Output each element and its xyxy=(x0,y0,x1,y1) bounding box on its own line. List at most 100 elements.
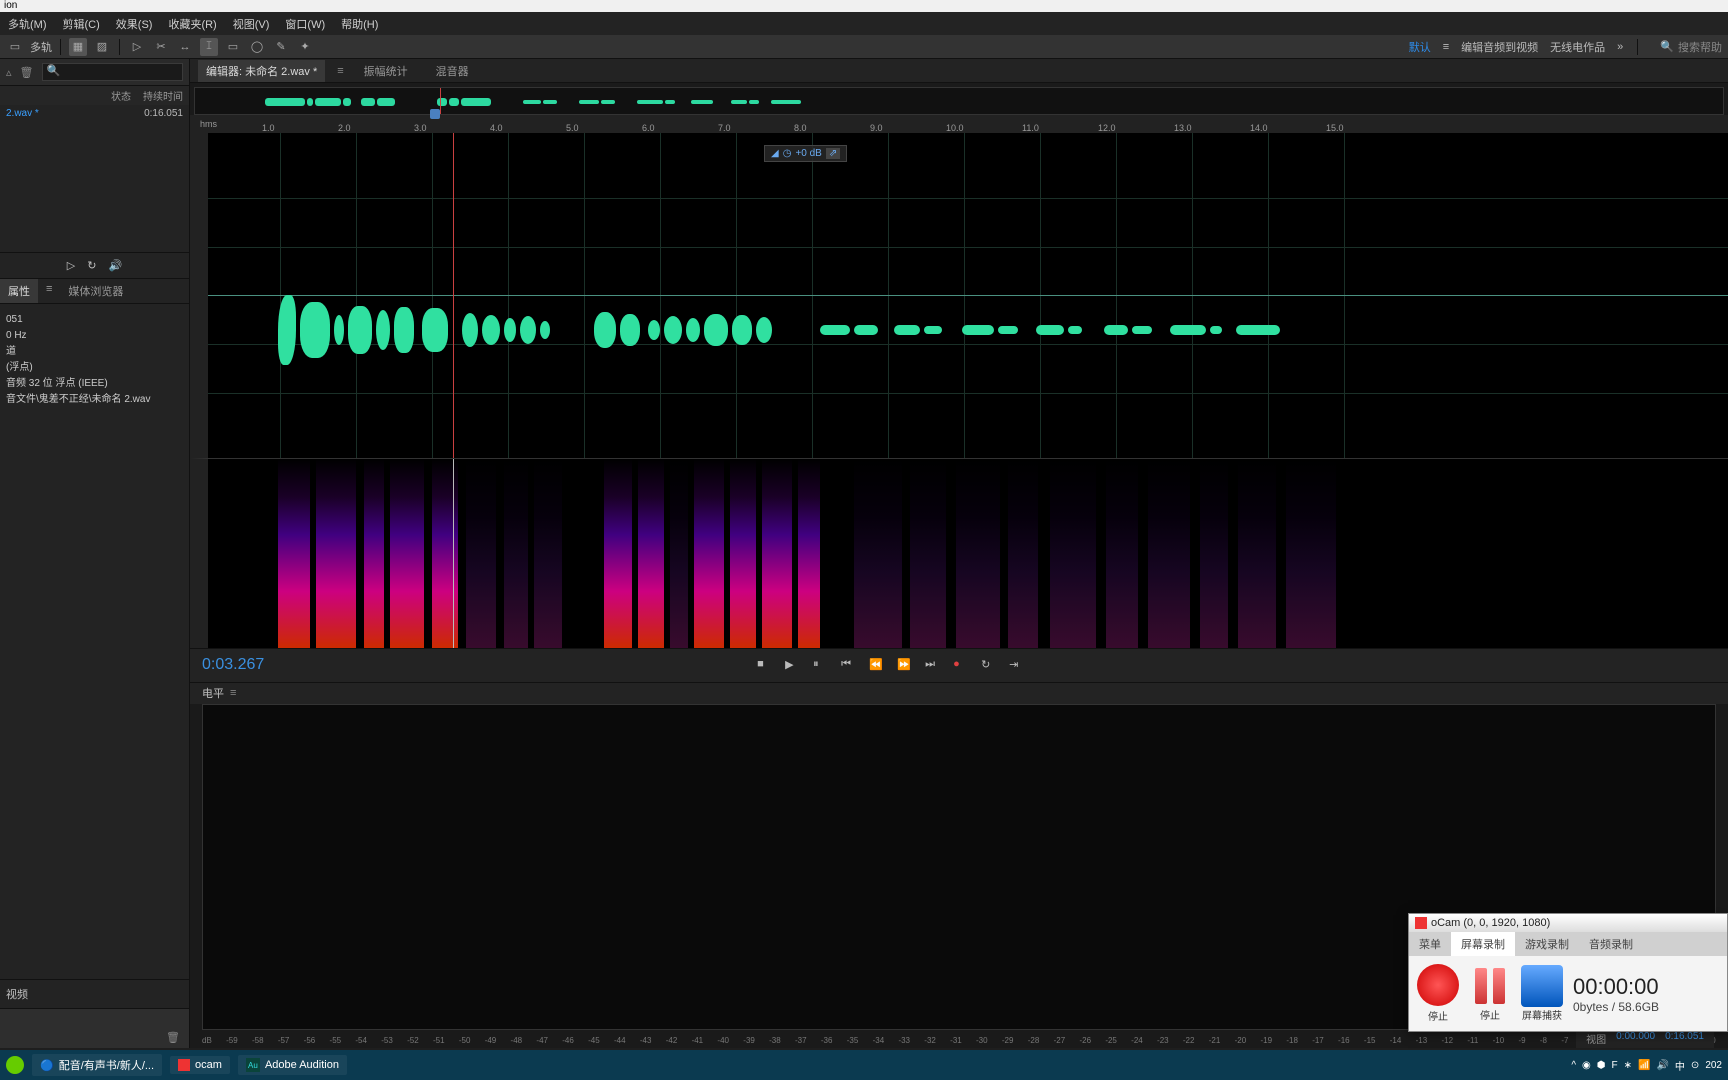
ocam-titlebar[interactable]: oCam (0, 0, 1920, 1080) xyxy=(1409,914,1727,932)
view-start[interactable]: 0:00.000 xyxy=(1616,1031,1655,1046)
tick: 8.0 xyxy=(794,123,807,133)
header-status[interactable]: 状态 xyxy=(6,88,143,103)
pause-icon[interactable]: ⏸ xyxy=(813,658,827,672)
wifi-icon[interactable]: 📶 xyxy=(1638,1060,1650,1071)
prop-row: (浮点) xyxy=(6,360,183,376)
start-button[interactable] xyxy=(6,1056,24,1074)
taskbar-item[interactable]: 🔵 配音/有声书/新人/... xyxy=(32,1054,162,1076)
tray-icon[interactable]: ⬢ xyxy=(1597,1060,1606,1071)
spectrogram-display[interactable] xyxy=(190,458,1728,648)
tab-editor[interactable]: 编辑器: 未命名 2.wav * xyxy=(198,60,325,82)
menu-view[interactable]: 视图(V) xyxy=(233,16,270,32)
bluetooth-icon[interactable]: ∗ xyxy=(1624,1060,1632,1071)
lasso-icon[interactable]: ◯ xyxy=(248,38,266,56)
tray-icon[interactable]: ◉ xyxy=(1582,1060,1591,1071)
ocam-stop-button[interactable]: 停止 xyxy=(1417,964,1459,1023)
ocam-tabs: 菜单 屏幕录制 游戏录制 音频录制 xyxy=(1409,932,1727,956)
timeline[interactable]: hms 1.0 2.0 3.0 4.0 5.0 6.0 7.0 8.0 9.0 … xyxy=(190,115,1728,133)
ocam-title-text: oCam (0, 0, 1920, 1080) xyxy=(1431,917,1550,929)
ocam-capture-button[interactable]: 屏幕捕获 xyxy=(1521,965,1563,1022)
gain-indicator[interactable]: ◢ ◷ +0 dB ⇗ xyxy=(764,145,847,162)
view-end[interactable]: 0:16.051 xyxy=(1665,1031,1704,1046)
menu-effects[interactable]: 效果(S) xyxy=(116,16,153,32)
view-label: 视图 xyxy=(1586,1031,1606,1046)
skip-selection-icon[interactable]: ⇥ xyxy=(1009,658,1023,672)
marquee-icon[interactable]: ▭ xyxy=(224,38,242,56)
tray-icon[interactable]: F xyxy=(1612,1060,1618,1071)
playhead-marker[interactable] xyxy=(430,109,440,119)
tab-media-browser[interactable]: 媒体浏览器 xyxy=(60,279,131,303)
taskbar-item[interactable]: Au Adobe Audition xyxy=(238,1055,347,1075)
search-placeholder: 搜索帮助 xyxy=(1678,39,1722,55)
ime-icon[interactable]: 中 xyxy=(1675,1058,1685,1073)
workspace-audio-video[interactable]: 编辑音频到视频 xyxy=(1461,39,1538,55)
skip-end-icon[interactable]: ⏭ xyxy=(925,658,939,672)
timeline-unit: hms xyxy=(200,119,217,129)
waveform-view-icon[interactable]: ▭ xyxy=(6,38,24,56)
forward-icon[interactable]: ⏩ xyxy=(897,658,911,672)
razor-icon[interactable]: ✂ xyxy=(152,38,170,56)
workspace-default[interactable]: 默认 xyxy=(1409,39,1431,55)
ocam-tab-screen[interactable]: 屏幕录制 xyxy=(1451,932,1515,956)
prop-row: 音文件\鬼差不正经\未命名 2.wav xyxy=(6,392,183,408)
rewind-icon[interactable]: ⏪ xyxy=(869,658,883,672)
ocam-pause-button[interactable]: 停止 xyxy=(1469,965,1511,1022)
menu-favorites[interactable]: 收藏夹(R) xyxy=(168,16,216,32)
record-icon[interactable]: ● xyxy=(953,658,967,672)
waveform-display[interactable]: ◢ ◷ +0 dB ⇗ xyxy=(190,133,1728,458)
filter-icon[interactable]: ▵ xyxy=(6,66,12,79)
stop-icon[interactable]: ■ xyxy=(757,658,771,672)
workspace-hamburger-icon[interactable]: ≡ xyxy=(1443,41,1449,53)
toolbar-mode[interactable]: 多轨 xyxy=(30,39,52,55)
loop-icon[interactable]: ↻ xyxy=(981,658,995,672)
menu-window[interactable]: 窗口(W) xyxy=(285,16,325,32)
mini-volume-icon[interactable]: 🔊 xyxy=(108,259,122,272)
waveform-icon[interactable]: ▦ xyxy=(69,38,87,56)
mini-play-icon[interactable]: ▷ xyxy=(67,259,75,272)
workspace-more[interactable]: » xyxy=(1617,41,1623,53)
tab-properties[interactable]: 属性 xyxy=(0,279,38,303)
ocam-tab-game[interactable]: 游戏录制 xyxy=(1515,932,1579,956)
header-duration[interactable]: 持续时间 xyxy=(143,88,183,103)
pin-icon[interactable]: ⇗ xyxy=(826,148,840,159)
speaker-icon[interactable]: 🔊 xyxy=(1656,1060,1668,1071)
menu-help[interactable]: 帮助(H) xyxy=(341,16,378,32)
brush-icon[interactable]: ✎ xyxy=(272,38,290,56)
delete-icon[interactable]: 🗑 xyxy=(20,66,34,79)
file-row[interactable]: 2.wav * 0:16.051 xyxy=(0,105,189,122)
spectral-icon[interactable]: ▨ xyxy=(93,38,111,56)
skip-start-icon[interactable]: ⏮ xyxy=(841,658,855,672)
tick: 10.0 xyxy=(946,123,964,133)
gain-value: +0 dB xyxy=(795,148,821,159)
level-menu-icon[interactable]: ≡ xyxy=(230,687,236,699)
ibeam-icon[interactable]: 𝙸 xyxy=(200,38,218,56)
ocam-tab-audio[interactable]: 音频录制 xyxy=(1579,932,1643,956)
heal-icon[interactable]: ✦ xyxy=(296,38,314,56)
audition-icon: Au xyxy=(246,1058,260,1072)
clock[interactable]: 202 xyxy=(1705,1060,1722,1071)
menu-multitrack[interactable]: 多轨(M) xyxy=(8,16,47,32)
timecode[interactable]: 0:03.267 xyxy=(202,656,264,674)
menu-clip[interactable]: 剪辑(C) xyxy=(63,16,100,32)
tab-amplitude[interactable]: 振幅统计 xyxy=(356,60,416,82)
mini-loop-icon[interactable]: ↻ xyxy=(87,259,96,272)
tray-up-icon[interactable]: ^ xyxy=(1571,1060,1576,1071)
overview-waveform[interactable] xyxy=(194,87,1724,115)
search-box[interactable]: 🔍 搜索帮助 xyxy=(1660,39,1722,55)
ocam-tab-menu[interactable]: 菜单 xyxy=(1409,932,1451,956)
file-search-input[interactable]: 🔍 xyxy=(42,63,184,81)
workspace-radio[interactable]: 无线电作品 xyxy=(1550,39,1605,55)
cursor-icon[interactable]: ▷ xyxy=(128,38,146,56)
panel-tabs: 属性 ≡ 媒体浏览器 xyxy=(0,278,189,304)
slip-icon[interactable]: ↔ xyxy=(176,38,194,56)
security-icon[interactable]: ⊙ xyxy=(1691,1060,1699,1071)
tab-mixer[interactable]: 混音器 xyxy=(428,60,477,82)
taskbar-item[interactable]: ocam xyxy=(170,1056,230,1074)
volume-graph-icon: ◢ xyxy=(771,148,779,159)
trash-icon[interactable]: 🗑 xyxy=(166,1031,180,1044)
ocam-window[interactable]: oCam (0, 0, 1920, 1080) 菜单 屏幕录制 游戏录制 音频录… xyxy=(1408,913,1728,1032)
panel-tab-menu-icon[interactable]: ≡ xyxy=(38,279,60,303)
play-icon[interactable]: ▶ xyxy=(785,658,799,672)
tab-menu-icon[interactable]: ≡ xyxy=(337,65,343,77)
system-tray[interactable]: ^ ◉ ⬢ F ∗ 📶 🔊 中 ⊙ 202 xyxy=(1571,1058,1722,1073)
